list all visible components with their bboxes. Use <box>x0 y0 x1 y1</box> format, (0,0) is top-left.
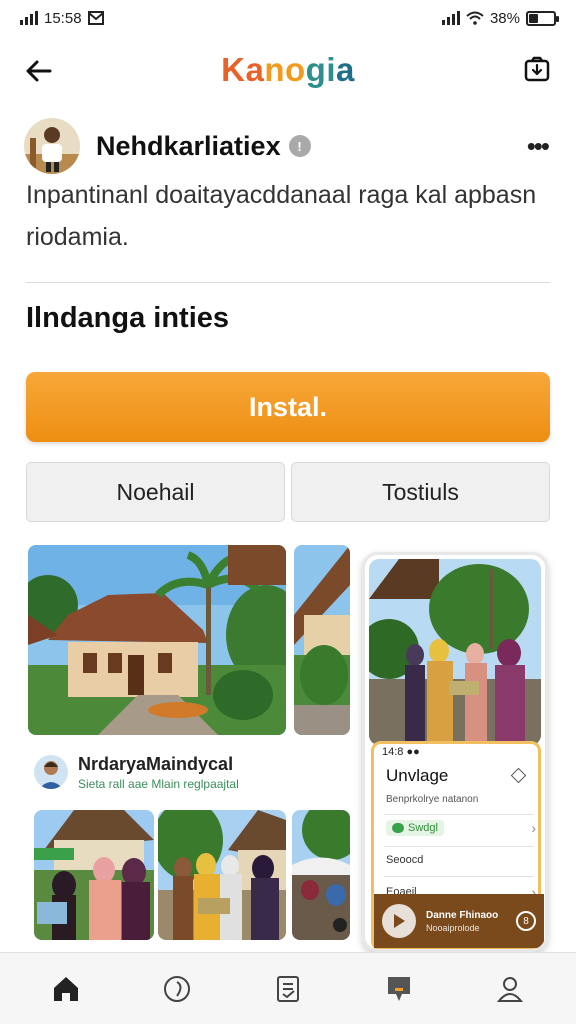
bottom-nav <box>0 952 576 1024</box>
wifi-icon <box>466 11 484 25</box>
nav-documents[interactable] <box>258 959 318 1019</box>
profile-icon <box>497 976 524 1002</box>
nav-profile[interactable] <box>480 959 540 1019</box>
chat-icon <box>388 976 411 1001</box>
card-divider <box>384 846 534 847</box>
status-time: 15:58 <box>44 9 82 27</box>
share-icon <box>524 56 550 82</box>
phone-preview-card: 14:8 ●● Unvlage Benprkolrye natanon Swdg… <box>371 741 544 949</box>
status-pill: Swdgl <box>386 820 444 836</box>
photo-market-women[interactable] <box>34 810 154 940</box>
author-subtitle: Sieta rall aae Mlain reglpaajtal <box>78 776 239 791</box>
share-button[interactable] <box>520 52 554 86</box>
battery-percent: 38% <box>489 9 520 27</box>
compass-icon <box>163 975 190 1002</box>
section-title: Ilndanga inties <box>26 302 230 334</box>
diamond-icon[interactable] <box>510 767 527 784</box>
home-icon <box>53 976 78 1001</box>
profile-avatar[interactable] <box>24 118 80 174</box>
play-icon <box>394 914 405 928</box>
phone-preview: 14:8 ●● Unvlage Benprkolrye natanon Swdg… <box>362 552 548 952</box>
photo-village-side[interactable] <box>294 545 350 735</box>
nav-messages[interactable] <box>369 959 429 1019</box>
phone-preview-photo[interactable] <box>369 559 541 745</box>
cell-signal-icon <box>441 11 460 25</box>
nav-explore[interactable] <box>147 959 207 1019</box>
toggle-icon <box>392 823 404 833</box>
photo-market-stall[interactable] <box>292 810 350 940</box>
app-header: Kanogia <box>0 40 576 100</box>
card-row-1[interactable]: Seoocd <box>386 854 536 866</box>
author-avatar[interactable] <box>34 755 68 789</box>
secondary-button-right[interactable]: Tostiuls <box>291 462 550 522</box>
divider <box>26 282 550 283</box>
card-row-pill[interactable]: Swdgl › <box>386 820 536 836</box>
chevron-right-icon: › <box>531 820 536 836</box>
battery-icon <box>526 10 559 26</box>
nav-home[interactable] <box>36 959 96 1019</box>
author-row: NrdaryaMaindycal Sieta rall aae Mlain re… <box>34 748 354 796</box>
app-logo: Kanogia <box>221 51 355 88</box>
card-divider <box>384 814 534 815</box>
profile-name: Nehdkarliatiex <box>96 130 281 161</box>
verified-icon: ! <box>288 135 311 157</box>
author-name: NrdaryaMaindycal <box>78 753 234 774</box>
card-divider <box>384 876 534 877</box>
profile-description: Inpantinanl doaitayacddanaal raga kal ap… <box>26 181 537 251</box>
signal-icon <box>20 11 38 25</box>
audio-player: Danne Fhinaoo Nooaiprolode 8 <box>374 894 544 948</box>
player-subtitle: Nooaiprolode <box>426 922 480 933</box>
card-status: 14:8 ●● <box>382 746 420 758</box>
player-badge-icon[interactable]: 8 <box>516 911 536 931</box>
player-title: Danne Fhinaoo <box>426 909 499 921</box>
document-icon <box>276 975 299 1002</box>
status-bar: 15:58 38% <box>0 0 576 36</box>
card-title: Unvlage <box>386 766 449 785</box>
mail-icon <box>87 11 104 25</box>
back-arrow-icon <box>26 60 52 82</box>
profile-row: Nehdkarliatiex ! ••• <box>24 116 554 176</box>
more-options-icon[interactable]: ••• <box>521 133 554 159</box>
back-button[interactable] <box>22 54 56 88</box>
secondary-button-left[interactable]: Noehail <box>26 462 285 522</box>
install-button[interactable]: Instal. <box>26 372 550 442</box>
photo-village-house[interactable] <box>28 545 286 735</box>
play-button[interactable] <box>382 904 416 938</box>
photo-basket-exchange[interactable] <box>158 810 286 940</box>
card-subtitle: Benprkolrye natanon <box>386 794 479 805</box>
